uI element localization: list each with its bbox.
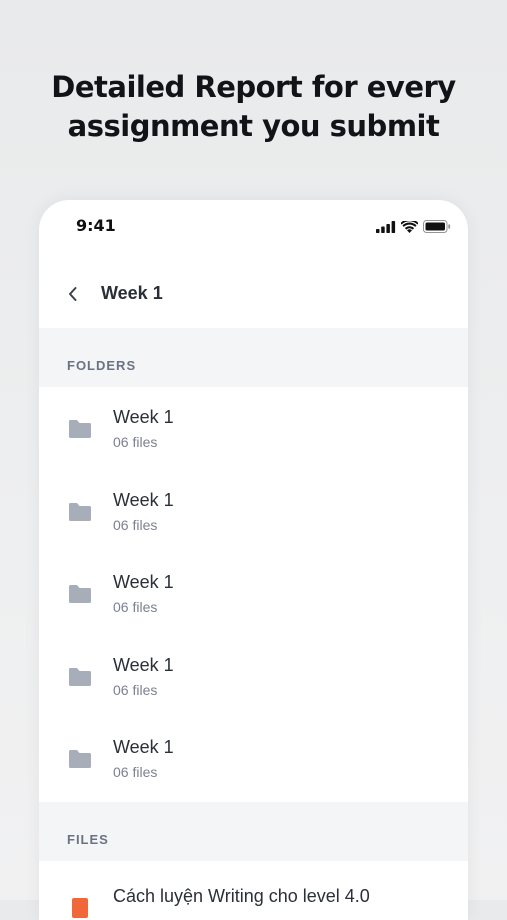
headline-line-2: assignment you submit: [67, 109, 440, 143]
headline-line-1: Detailed Report for every: [51, 70, 456, 104]
navigation-bar: Week 1: [39, 270, 468, 318]
folder-name: Week 1: [113, 654, 174, 675]
status-time: 9:41: [76, 216, 116, 235]
file-name: Cách luyện Writing cho level 4.0: [113, 886, 370, 906]
status-bar: 9:41: [39, 200, 468, 252]
folder-file-count: 06 files: [113, 434, 158, 450]
folder-name: Week 1: [113, 737, 174, 757]
folder-item[interactable]: Week 1 06 files: [39, 718, 468, 801]
folder-list: Week 1 06 files Week 1 06 files Week 1 0…: [39, 388, 468, 801]
folder-icon: [69, 502, 91, 521]
folder-item[interactable]: Week 1 06 files: [39, 471, 468, 554]
chevron-left-icon: [68, 287, 76, 301]
folder-icon: [69, 585, 91, 603]
battery-icon: [423, 220, 451, 233]
back-button[interactable]: [61, 282, 83, 306]
files-section-header: FILES: [39, 802, 468, 861]
folder-file-count: 06 files: [113, 516, 158, 533]
files-section-label: FILES: [67, 832, 109, 847]
phone-screen: 9:41 Week 1 FOLDERS Week 1 06 files Week…: [39, 200, 468, 920]
folder-item[interactable]: Week 1 06 files: [39, 388, 468, 471]
folder-file-count: 06 files: [113, 681, 158, 698]
folder-item[interactable]: Week 1 06 files: [39, 636, 468, 719]
folder-name: Week 1: [113, 489, 174, 510]
file-item[interactable]: Cách luyện Writing cho level 4.0: [39, 868, 468, 920]
folder-icon: [69, 667, 91, 686]
folder-file-count: 06 files: [113, 599, 158, 615]
page-title: Week 1: [101, 283, 163, 303]
folder-name: Week 1: [113, 572, 174, 592]
folder-file-count: 06 files: [113, 764, 158, 780]
folders-section-label: FOLDERS: [67, 358, 137, 373]
wifi-icon: [401, 221, 418, 233]
cellular-signal-icon: [376, 221, 396, 233]
folder-icon: [69, 420, 91, 438]
status-icons: [376, 219, 451, 233]
folder-name: Week 1: [113, 407, 174, 427]
folder-item[interactable]: Week 1 06 files: [39, 553, 468, 636]
folder-icon: [69, 750, 91, 768]
promo-headline: Detailed Report for every assignment you…: [0, 68, 507, 146]
folders-section-header: FOLDERS: [39, 328, 468, 387]
document-icon: [72, 898, 88, 918]
